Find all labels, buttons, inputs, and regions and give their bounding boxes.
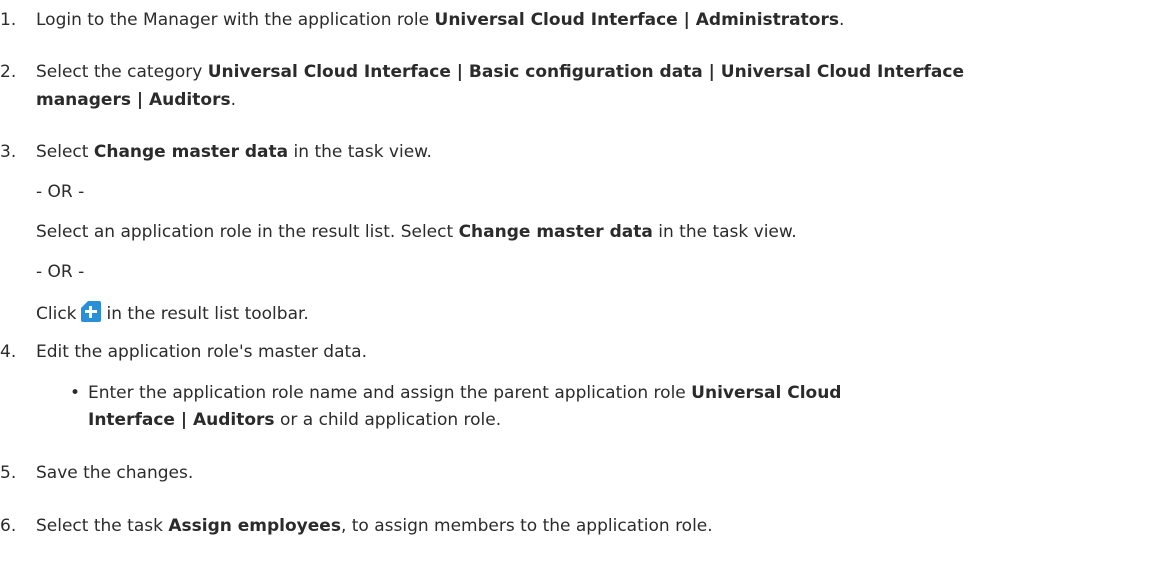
- step-bold: managers | Auditors: [36, 90, 231, 110]
- step-2: 2. Select the category Universal Cloud In…: [0, 61, 964, 83]
- step-number: 4.: [0, 342, 17, 362]
- step-1: 1. Login to the Manager with the applicat…: [0, 9, 844, 31]
- step-text: Enter the application role name and assi…: [88, 383, 692, 403]
- step-number: 1.: [0, 10, 17, 30]
- step-3: 3. Select Change master data in the task …: [0, 141, 432, 163]
- step-bold: Interface | Auditors: [88, 410, 275, 430]
- bullet-icon: •: [70, 383, 81, 403]
- step-5: 5. Save the changes.: [0, 462, 193, 484]
- step-number: 5.: [0, 463, 17, 483]
- step-4-bullet: • Enter the application role name and ass…: [70, 382, 841, 404]
- or-separator: - OR -: [36, 262, 85, 282]
- step-3-alternative: Select an application role in the result…: [36, 221, 797, 243]
- step-4-bullet-continued: Interface | Auditors or a child applicat…: [88, 409, 501, 431]
- step-4: 4. Edit the application role's master dat…: [0, 341, 367, 363]
- step-bold: Universal Cloud: [691, 383, 842, 403]
- step-number: 2.: [0, 62, 17, 82]
- step-bold: Universal Cloud Interface | Administrato…: [434, 10, 839, 30]
- step-3-toolbar-alternative: Click in the result list toolbar.: [36, 301, 309, 325]
- step-text: in the result list toolbar.: [106, 304, 309, 324]
- step-number: 6.: [0, 516, 17, 536]
- step-bold: Assign employees: [168, 516, 341, 536]
- document: 1. Login to the Manager with the applicat…: [0, 0, 1172, 567]
- step-text: .: [230, 90, 236, 110]
- add-new-icon: [80, 301, 101, 322]
- step-text: Click: [36, 304, 77, 324]
- step-bold: Universal Cloud Interface | Basic config…: [207, 62, 964, 82]
- step-text: Login to the Manager with the applicatio…: [36, 10, 435, 30]
- step-text: in the task view.: [288, 142, 432, 162]
- step-bold: Change master data: [458, 222, 653, 242]
- or-separator: - OR -: [36, 182, 85, 202]
- step-bold: Change master data: [93, 142, 289, 162]
- step-2-continued: managers | Auditors.: [36, 89, 236, 111]
- step-text: Edit the application role's master data.: [36, 342, 367, 362]
- step-text: Select: [36, 142, 94, 162]
- step-text: Select the task: [36, 516, 169, 536]
- step-text: Save the changes.: [36, 463, 194, 483]
- step-text: .: [838, 10, 845, 30]
- step-text: , to assign members to the application r…: [340, 516, 713, 536]
- step-text: or a child application role.: [274, 410, 502, 430]
- step-number: 3.: [0, 142, 17, 162]
- step-text: Select the category: [36, 62, 208, 82]
- step-6: 6. Select the task Assign employees, to a…: [0, 515, 713, 537]
- step-text: in the task view.: [652, 222, 797, 242]
- step-text: Select an application role in the result…: [36, 222, 459, 242]
